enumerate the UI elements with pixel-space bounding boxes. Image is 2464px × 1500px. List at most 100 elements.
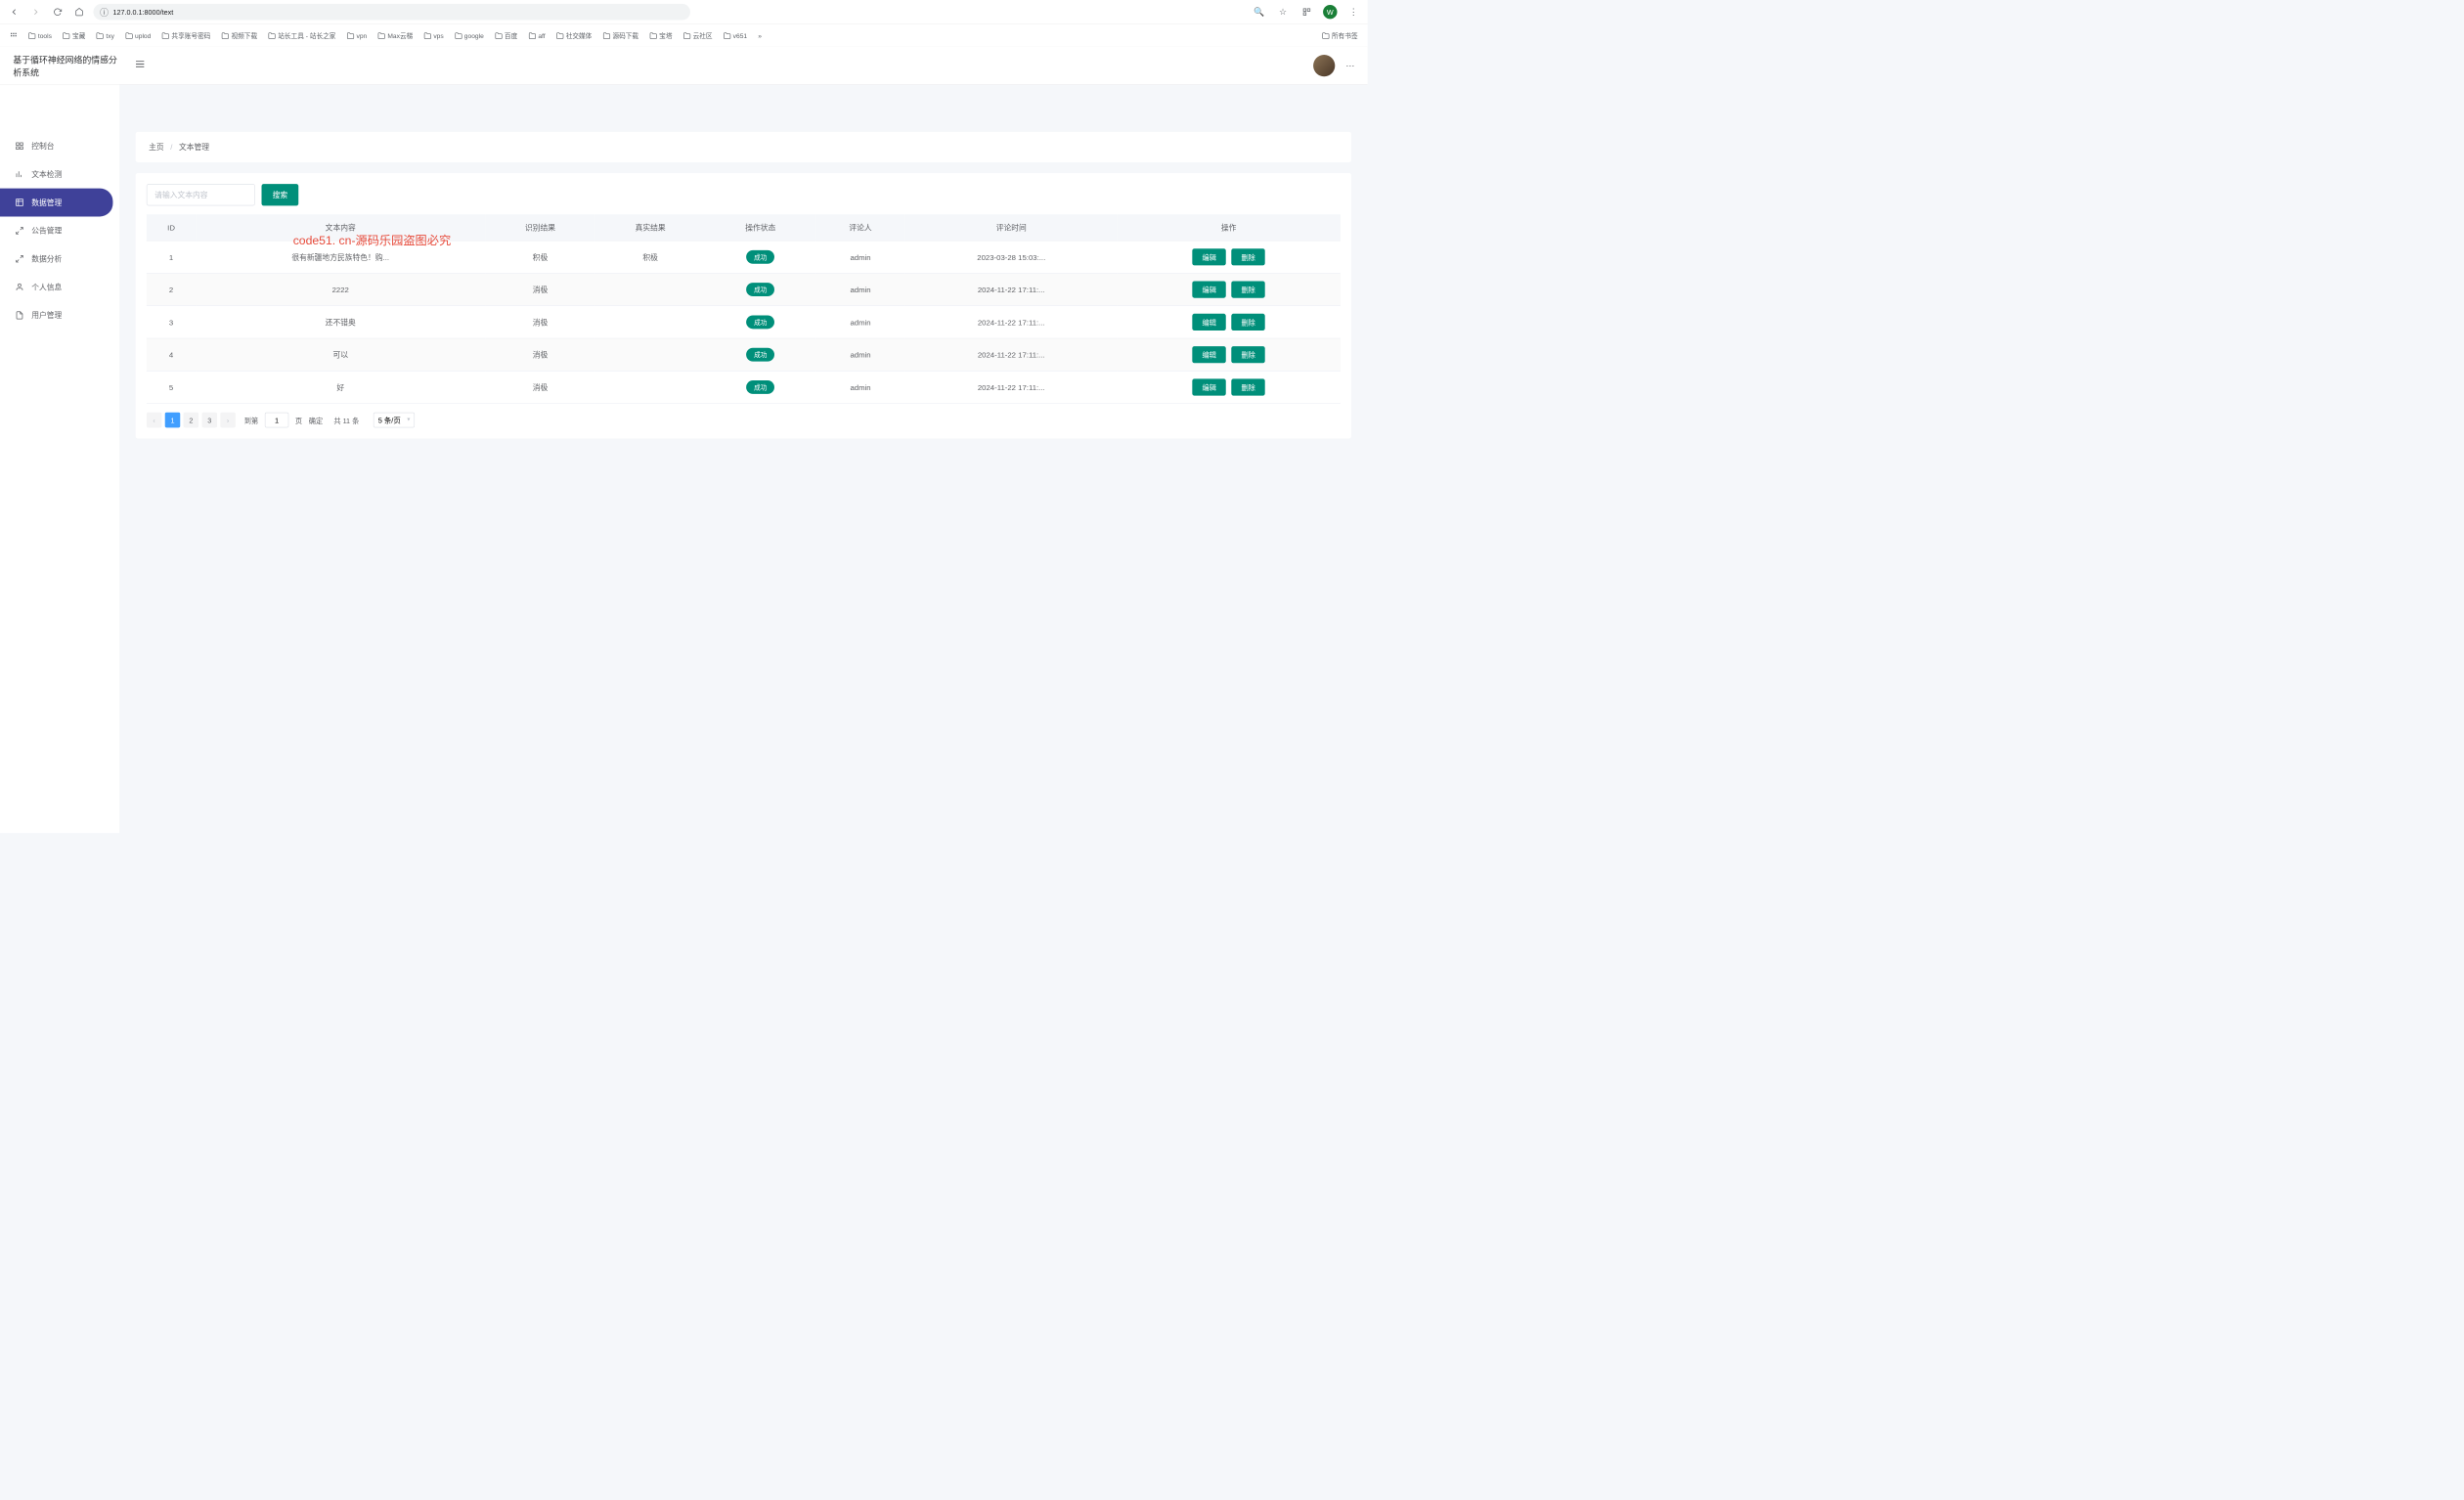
bookmark-item[interactable]: tools xyxy=(25,28,56,42)
app-header: 基于循环神经网络的情感分析系统 ⋯ xyxy=(0,47,1368,85)
sidebar-item[interactable]: 文本检测 xyxy=(0,160,119,189)
column-header: 评论时间 xyxy=(905,214,1118,241)
data-table: ID文本内容识别结果真实结果操作状态评论人评论时间操作 1很有新疆地方民族特色！… xyxy=(147,214,1341,404)
expand-icon xyxy=(16,254,24,263)
content-card: 搜索 ID文本内容识别结果真实结果操作状态评论人评论时间操作 1很有新疆地方民族… xyxy=(136,173,1351,438)
bookmarks-overflow[interactable]: » xyxy=(755,29,765,41)
forward-button[interactable] xyxy=(28,4,44,20)
table-row: 4可以消极成功admin2024-11-22 17:11:...编辑删除 xyxy=(147,338,1341,371)
bookmark-item[interactable]: 宝塔 xyxy=(646,28,676,42)
page-size-select[interactable]: 5 条/页 xyxy=(374,413,415,428)
bookmark-item[interactable]: Max云梯 xyxy=(374,28,417,42)
bookmarks-bar: tools 宝藏 txy uplod 共享账号密码视频下载站长工具 - 站长之家 vpn M… xyxy=(0,23,1368,46)
sidebar: 控制台文本检测数据管理公告管理数据分析个人信息用户管理 xyxy=(0,47,119,833)
bars-icon xyxy=(16,170,24,179)
bookmark-item[interactable]: 云社区 xyxy=(680,28,716,42)
column-header: 评论人 xyxy=(815,214,905,241)
column-header: ID xyxy=(147,214,196,241)
breadcrumb-home[interactable]: 主页 xyxy=(149,143,164,152)
search-row: 搜索 xyxy=(147,184,1341,205)
star-icon[interactable]: ☆ xyxy=(1275,4,1291,20)
delete-button[interactable]: 删除 xyxy=(1231,378,1264,395)
edit-button[interactable]: 编辑 xyxy=(1192,248,1225,265)
table-row: 1很有新疆地方民族特色！购...积极积极成功admin2023-03-28 15… xyxy=(147,241,1341,273)
page-number[interactable]: 1 xyxy=(165,413,181,428)
table-row: 5好消极成功admin2024-11-22 17:11:...编辑删除 xyxy=(147,371,1341,403)
bookmark-item[interactable]: 源码下载 xyxy=(599,28,641,42)
zoom-icon[interactable]: 🔍 xyxy=(1252,4,1267,20)
confirm-button[interactable]: 确定 xyxy=(309,415,323,425)
profile-avatar[interactable]: W xyxy=(1323,5,1337,19)
bookmark-item[interactable]: v651 xyxy=(720,28,750,42)
breadcrumb-sep: / xyxy=(170,143,172,152)
edit-button[interactable]: 编辑 xyxy=(1192,346,1225,363)
bookmark-item[interactable]: 百度 xyxy=(492,28,521,42)
more-icon[interactable]: ⋯ xyxy=(1345,60,1354,70)
bookmark-item[interactable]: 社交媒体 xyxy=(552,28,594,42)
status-badge: 成功 xyxy=(746,283,774,296)
apps-button[interactable] xyxy=(7,29,21,41)
user-icon xyxy=(16,283,24,291)
column-header: 真实结果 xyxy=(595,214,706,241)
pagination: ‹ 123 › 到第 页 确定 共 11 条 5 条/页 xyxy=(147,413,1341,428)
edit-button[interactable]: 编辑 xyxy=(1192,281,1225,297)
sidebar-item[interactable]: 控制台 xyxy=(0,132,119,160)
page-unit: 页 xyxy=(295,415,302,425)
bookmark-item[interactable]: 视频下载 xyxy=(218,28,260,42)
status-badge: 成功 xyxy=(746,315,774,329)
delete-button[interactable]: 删除 xyxy=(1231,346,1264,363)
user-avatar[interactable] xyxy=(1313,55,1335,76)
main-content: 主页 / 文本管理 搜索 ID文本内容识别结果真实结果操作状态评论人评论时间操作… xyxy=(119,47,1368,833)
bookmark-item[interactable]: txy xyxy=(93,28,117,42)
info-icon: ⓘ xyxy=(100,8,109,17)
bookmark-item[interactable]: 共享账号密码 xyxy=(158,28,214,42)
table-icon xyxy=(16,199,24,207)
column-header: 识别结果 xyxy=(485,214,595,241)
back-button[interactable] xyxy=(7,4,22,20)
bookmark-item[interactable]: 宝藏 xyxy=(60,28,89,42)
doc-icon xyxy=(16,311,24,320)
goto-input[interactable] xyxy=(265,413,288,428)
bookmark-item[interactable]: google xyxy=(451,28,487,42)
edit-button[interactable]: 编辑 xyxy=(1192,378,1225,395)
hamburger-button[interactable] xyxy=(135,59,146,72)
search-button[interactable]: 搜索 xyxy=(262,184,299,205)
page-number[interactable]: 3 xyxy=(201,413,217,428)
delete-button[interactable]: 删除 xyxy=(1231,314,1264,331)
sidebar-item[interactable]: 个人信息 xyxy=(0,273,119,301)
bookmark-item[interactable]: vps xyxy=(420,28,447,42)
total-count: 共 11 条 xyxy=(333,415,359,425)
sidebar-item[interactable]: 数据分析 xyxy=(0,244,119,273)
home-button[interactable] xyxy=(71,4,87,20)
prev-page[interactable]: ‹ xyxy=(147,413,162,428)
column-header: 文本内容 xyxy=(196,214,485,241)
column-header: 操作状态 xyxy=(705,214,815,241)
page-number[interactable]: 2 xyxy=(184,413,199,428)
sidebar-item[interactable]: 数据管理 xyxy=(0,189,112,217)
browser-chrome: ⓘ 127.0.0.1:8000/text 🔍 ☆ W ⋮ tools 宝藏 txy… xyxy=(0,0,1368,47)
all-bookmarks[interactable]: 所有书签 xyxy=(1319,28,1361,42)
expand-icon xyxy=(16,226,24,235)
bookmark-item[interactable]: uplod xyxy=(122,28,154,42)
menu-icon[interactable]: ⋮ xyxy=(1345,4,1361,20)
status-badge: 成功 xyxy=(746,348,774,362)
delete-button[interactable]: 删除 xyxy=(1231,248,1264,265)
bookmark-item[interactable]: aff xyxy=(525,28,549,42)
reload-button[interactable] xyxy=(50,4,66,20)
app-title: 基于循环神经网络的情感分析系统 xyxy=(13,53,121,79)
url-bar[interactable]: ⓘ 127.0.0.1:8000/text xyxy=(93,4,690,21)
edit-button[interactable]: 编辑 xyxy=(1192,314,1225,331)
extensions-icon[interactable] xyxy=(1299,4,1315,20)
bookmark-item[interactable]: vpn xyxy=(343,28,370,42)
next-page[interactable]: › xyxy=(220,413,236,428)
table-row: 22222消极成功admin2024-11-22 17:11:...编辑删除 xyxy=(147,273,1341,305)
status-badge: 成功 xyxy=(746,380,774,394)
breadcrumb-current: 文本管理 xyxy=(179,143,209,152)
table-row: 3还不错奥消极成功admin2024-11-22 17:11:...编辑删除 xyxy=(147,306,1341,338)
sidebar-item[interactable]: 公告管理 xyxy=(0,216,119,244)
delete-button[interactable]: 删除 xyxy=(1231,281,1264,297)
sidebar-item[interactable]: 用户管理 xyxy=(0,301,119,330)
search-input[interactable] xyxy=(147,184,255,205)
bookmark-item[interactable]: 站长工具 - 站长之家 xyxy=(265,28,339,42)
browser-toolbar: ⓘ 127.0.0.1:8000/text 🔍 ☆ W ⋮ xyxy=(0,0,1368,23)
